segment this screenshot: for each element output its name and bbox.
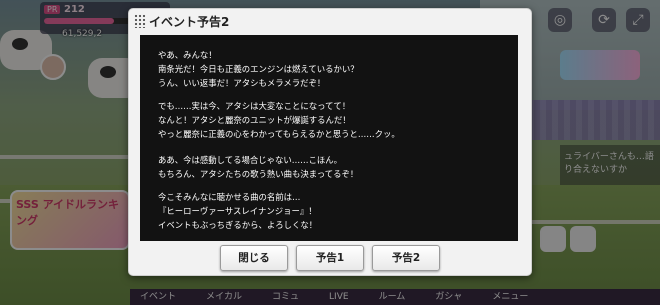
notice-1-button[interactable]: 予告1 <box>296 245 364 271</box>
message-line: なんと！アタシと麗奈のユニットが爆誕するんだ！ <box>158 115 351 125</box>
message-paragraph-2: でも……実は今、アタシは大変なことになってて！ なんと！アタシと麗奈のユニットが… <box>158 99 400 141</box>
message-paragraph-4: 今こそみんなに聴かせる曲の名前は… 『ヒーローヴァーサスレイナンジョー』！ イベ… <box>158 190 317 232</box>
message-line: でも……実は今、アタシは大変なことになってて！ <box>158 101 351 111</box>
message-line: やっと麗奈に正義の心をわかってもらえるかと思うと……クッ。 <box>158 129 400 139</box>
grip-icon <box>134 14 146 28</box>
message-line: もちろん、アタシたちの歌う熱い曲も決まってるぞ！ <box>158 169 359 179</box>
message-line: 南条光だ！今日も正義のエンジンは燃えているかい？ <box>158 64 359 74</box>
message-line: やあ、みんな！ <box>158 50 217 60</box>
event-notice-dialog: イベント予告2 やあ、みんな！ 南条光だ！今日も正義のエンジンは燃えているかい？… <box>128 8 532 276</box>
message-paragraph-3: ああ、今は感動してる場合じゃない……こほん。 もちろん、アタシたちの歌う熱い曲も… <box>158 153 358 181</box>
message-line: 『ヒーローヴァーサスレイナンジョー』！ <box>158 206 317 216</box>
message-line: ああ、今は感動してる場合じゃない……こほん。 <box>158 155 342 165</box>
message-line: 今こそみんなに聴かせる曲の名前は… <box>158 192 301 202</box>
notice-2-button[interactable]: 予告2 <box>372 245 440 271</box>
dialog-message-area: やあ、みんな！ 南条光だ！今日も正義のエンジンは燃えているかい？ うん、いい返事… <box>140 35 518 241</box>
close-button[interactable]: 閉じる <box>220 245 288 271</box>
message-paragraph-1: やあ、みんな！ 南条光だ！今日も正義のエンジンは燃えているかい？ うん、いい返事… <box>158 48 359 90</box>
message-line: うん、いい返事だ！アタシもメラメラだぞ！ <box>158 78 326 88</box>
dialog-title: イベント予告2 <box>149 14 230 29</box>
message-line: イベントもぶっちぎるから、よろしくな！ <box>158 220 318 230</box>
dialog-header: イベント予告2 <box>129 9 531 33</box>
